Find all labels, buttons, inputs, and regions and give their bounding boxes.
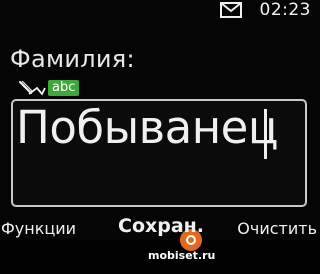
- surname-input-value: Побыванец: [16, 101, 278, 154]
- options-softkey[interactable]: Функции: [1, 219, 76, 238]
- watermark-text: mobiset.ru: [148, 249, 216, 262]
- envelope-icon: [220, 2, 242, 18]
- phone-screen: 02:23 Фамилия: abc Побыванец mobiset.ru …: [0, 0, 320, 262]
- clock: 02:23: [259, 0, 311, 20]
- save-softkey[interactable]: Сохран.: [118, 215, 204, 237]
- surname-input[interactable]: Побыванец mobiset.ru: [11, 99, 307, 262]
- input-mode-badge: abc: [48, 80, 80, 96]
- pen-icon: [18, 80, 46, 96]
- field-label: Фамилия:: [10, 45, 135, 73]
- status-bar: 02:23: [0, 0, 320, 24]
- text-cursor: [264, 109, 267, 159]
- clear-softkey[interactable]: Очистить: [237, 219, 317, 238]
